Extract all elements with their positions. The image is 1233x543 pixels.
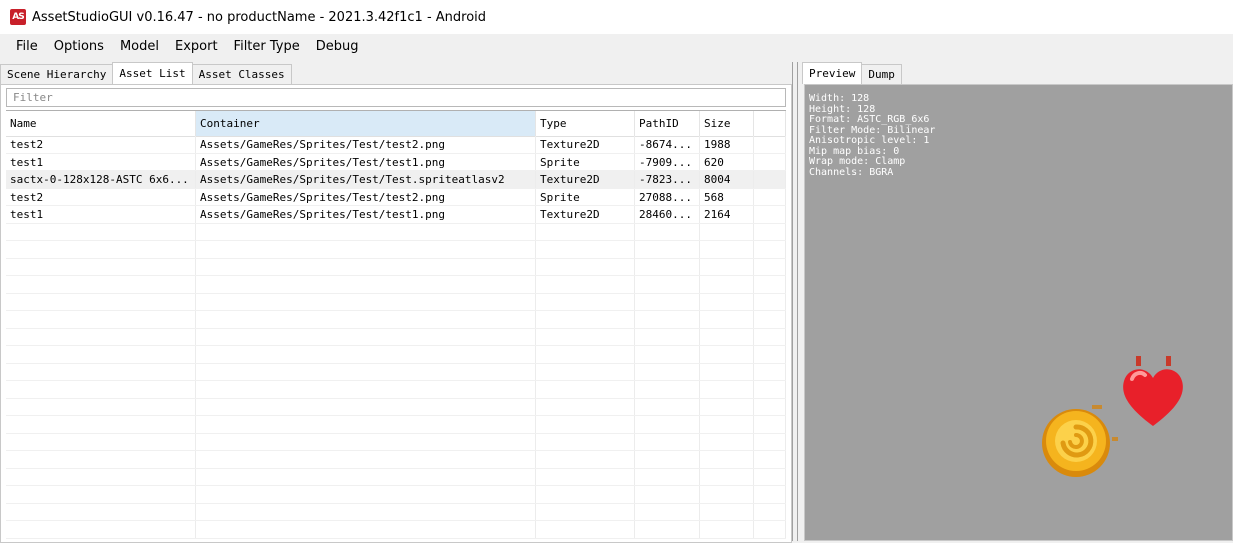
table-row-selected[interactable]: sactx-0-128x128-ASTC 6x6... Assets/GameR… [6,171,786,189]
cell-empty [754,188,786,205]
cell-empty [754,153,786,170]
left-tab-strip: Scene Hierarchy Asset List Asset Classes [0,62,292,84]
menu-export[interactable]: Export [167,34,226,60]
info-wrap-mode: Wrap mode: Clamp [809,156,906,167]
cell-type: Texture2D [536,206,635,223]
empty-row [6,328,786,346]
cell-container: Assets/GameRes/Sprites/Test/test2.png [196,136,536,153]
empty-row [6,468,786,486]
right-tab-strip: Preview Dump [802,62,902,84]
tab-dump[interactable]: Dump [861,64,902,84]
table-row[interactable]: test1 Assets/GameRes/Sprites/Test/test1.… [6,206,786,224]
menu-options[interactable]: Options [46,34,112,60]
empty-row [6,258,786,276]
pane-splitter[interactable] [792,62,798,541]
cell-name: test1 [6,206,196,223]
cell-empty [754,206,786,223]
menu-model[interactable]: Model [112,34,167,60]
cell-container: Assets/GameRes/Sprites/Test/Test.spritea… [196,171,536,188]
cell-type: Texture2D [536,136,635,153]
cell-pathid: -7909... [635,153,700,170]
cell-type: Sprite [536,153,635,170]
cell-container: Assets/GameRes/Sprites/Test/test1.png [196,206,536,223]
cell-size: 1988 [700,136,754,153]
menu-filter-type[interactable]: Filter Type [226,34,308,60]
cell-type: Texture2D [536,171,635,188]
empty-row [6,521,786,539]
empty-row [6,311,786,329]
cell-container: Assets/GameRes/Sprites/Test/test1.png [196,153,536,170]
column-header-container[interactable]: Container [196,111,536,136]
empty-row [6,451,786,469]
cell-name: sactx-0-128x128-ASTC 6x6... [6,171,196,188]
cell-empty [754,136,786,153]
info-anisotropic-level: Anisotropic level: 1 [809,135,930,146]
empty-row [6,241,786,259]
cell-size: 2164 [700,206,754,223]
title-bar: AS AssetStudioGUI v0.16.47 - no productN… [0,0,1233,34]
cell-name: test2 [6,188,196,205]
heart-sprite [1123,356,1183,426]
column-header-pathid[interactable]: PathID [635,111,700,136]
cell-name: test1 [6,153,196,170]
empty-row [6,223,786,241]
column-header-empty [754,111,786,136]
column-header-name[interactable]: Name [6,111,196,136]
texture-info: Width: 128 Height: 128 Format: ASTC_RGB_6x… [809,93,935,178]
atlas-preview-image [1042,356,1183,477]
column-header-type[interactable]: Type [536,111,635,136]
table-body: test2 Assets/GameRes/Sprites/Test/test2.… [6,136,786,539]
cell-name: test2 [6,136,196,153]
empty-row [6,503,786,521]
coin-sprite [1042,405,1118,477]
info-format: Format: ASTC_RGB_6x6 [809,114,930,125]
empty-row [6,381,786,399]
column-header-size[interactable]: Size [700,111,754,136]
tab-scene-hierarchy[interactable]: Scene Hierarchy [0,64,114,84]
tab-asset-classes[interactable]: Asset Classes [191,64,292,84]
asset-list-panel: Filter Name Container Type PathID Size t… [0,84,792,543]
empty-row [6,363,786,381]
menu-file[interactable]: File [8,34,46,60]
info-channels: Channels: BGRA [809,166,894,178]
empty-row [6,398,786,416]
cell-pathid: 27088... [635,188,700,205]
cell-empty [754,171,786,188]
preview-panel: Width: 128 Height: 128 Format: ASTC_RGB_6x… [804,84,1233,541]
empty-row [6,346,786,364]
empty-row [6,416,786,434]
table-header: Name Container Type PathID Size [6,111,786,137]
empty-row [6,486,786,504]
empty-row [6,293,786,311]
tab-preview[interactable]: Preview [802,62,863,84]
cell-pathid: 28460... [635,206,700,223]
cell-container: Assets/GameRes/Sprites/Test/test2.png [196,188,536,205]
window-title: AssetStudioGUI v0.16.47 - no productName… [32,9,487,25]
app-logo-icon: AS [10,9,26,25]
empty-row [6,433,786,451]
cell-size: 620 [700,153,754,170]
tab-asset-list[interactable]: Asset List [112,62,193,84]
table-row[interactable]: test2 Assets/GameRes/Sprites/Test/test2.… [6,188,786,206]
asset-table: Name Container Type PathID Size test2 As… [6,110,786,543]
menu-bar: File Options Model Export Filter Type De… [0,34,1233,60]
info-width: Width: 128 [809,93,870,104]
cell-type: Sprite [536,188,635,205]
cell-pathid: -7823... [635,171,700,188]
menu-debug[interactable]: Debug [308,34,367,60]
cell-size: 568 [700,188,754,205]
cell-pathid: -8674... [635,136,700,153]
empty-row [6,276,786,294]
left-pane: Scene Hierarchy Asset List Asset Classes… [0,62,792,543]
filter-input[interactable]: Filter [6,88,786,107]
cell-size: 8004 [700,171,754,188]
right-pane: Preview Dump Width: 128 Height: 128 Format… [800,62,1233,541]
table-row[interactable]: test2 Assets/GameRes/Sprites/Test/test2.… [6,136,786,154]
table-row[interactable]: test1 Assets/GameRes/Sprites/Test/test1.… [6,153,786,171]
